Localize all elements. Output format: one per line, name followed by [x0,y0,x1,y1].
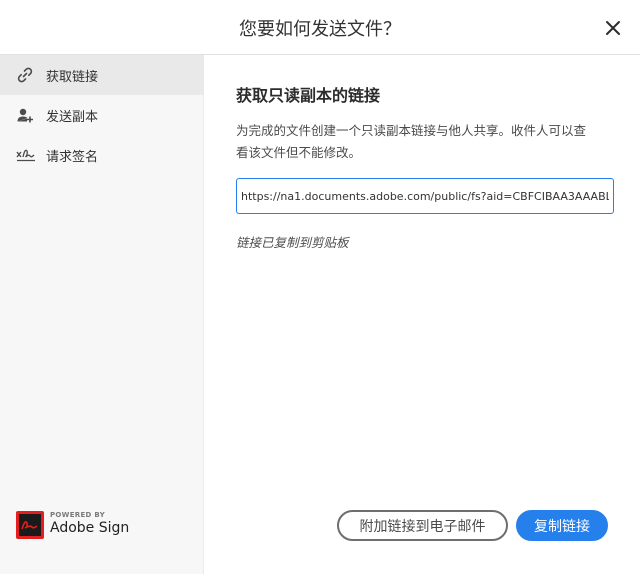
sidebar-item-label: 获取链接 [46,70,99,85]
send-file-dialog: 您要如何发送文件？ 获取链接 发送副本 请求签名 POWERED BY Adob… [0,0,640,574]
attach-to-email-button[interactable]: 附加链接到电子邮件 [337,510,508,541]
share-link-field[interactable] [236,178,614,214]
powered-by-label: POWERED BY [50,511,106,519]
signature-icon [16,146,35,164]
section-description: 为完成的文件创建一个只读副本链接与他人共享。收件人可以查看该文件但不能修改。 [236,123,587,160]
sidebar-item-request-signature[interactable]: 请求签名 [0,135,204,175]
main-panel: 获取只读副本的链接 为完成的文件创建一个只读副本链接与他人共享。收件人可以查看该… [204,55,640,574]
adobe-sign-logo [16,511,44,539]
dialog-title: 您要如何发送文件？ [239,19,401,40]
sidebar-item-send-copy[interactable]: 发送副本 [0,95,204,135]
sidebar-item-label: 发送副本 [46,110,99,125]
dialog-header: 您要如何发送文件？ [0,0,640,55]
sidebar: 获取链接 发送副本 请求签名 POWERED BY Adobe Sign [0,55,204,574]
copy-link-button[interactable]: 复制链接 [516,510,608,541]
link-icon [16,66,34,84]
section-heading: 获取只读副本的链接 [236,86,381,105]
add-user-icon [16,106,34,124]
sidebar-item-get-link[interactable]: 获取链接 [0,55,204,95]
brand-name: Adobe Sign [50,520,130,536]
copied-confirmation: 链接已复制到剪贴板 [236,235,349,250]
close-icon[interactable] [602,17,624,39]
sidebar-item-label: 请求签名 [46,150,99,165]
adobe-sign-branding: POWERED BY Adobe Sign [16,511,136,541]
